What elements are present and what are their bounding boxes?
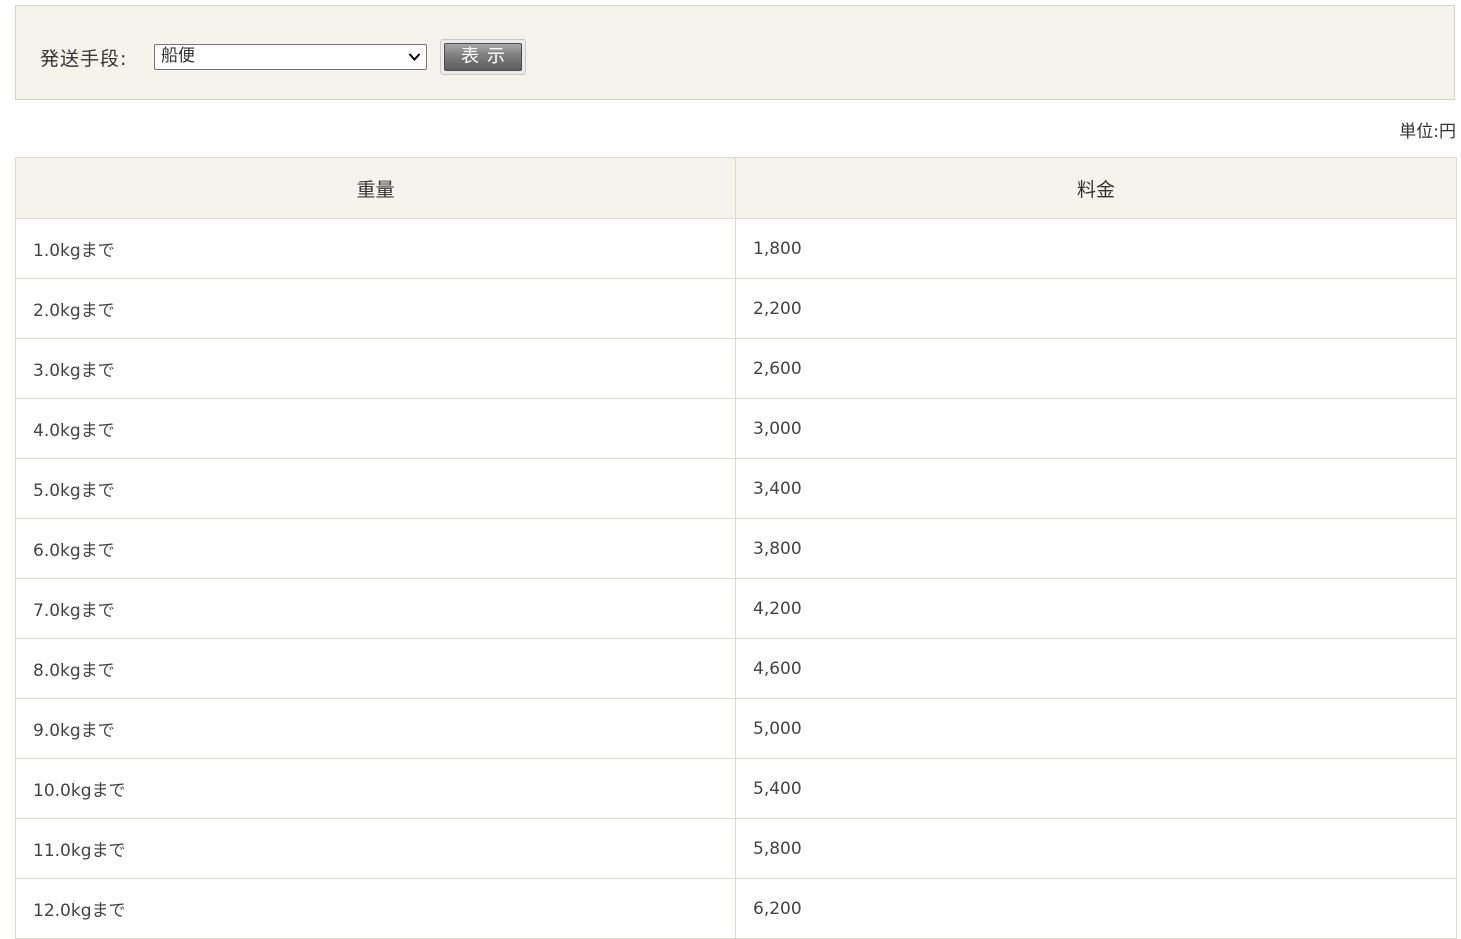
weight-cell: 3.0kgまで — [15, 338, 736, 399]
price-cell: 4,600 — [735, 638, 1457, 699]
shipping-filter-panel: 発送手段: 船便 表示 — [15, 5, 1455, 100]
table-row: 8.0kgまで 4,600 — [15, 638, 1457, 699]
price-cell: 6,200 — [735, 878, 1457, 939]
weight-cell: 9.0kgまで — [15, 698, 736, 759]
weight-cell: 2.0kgまで — [15, 278, 736, 339]
shipping-method-label: 発送手段: — [40, 48, 128, 70]
price-cell: 4,200 — [735, 578, 1457, 639]
show-button[interactable]: 表示 — [444, 43, 522, 71]
table-row: 11.0kgまで 5,800 — [15, 818, 1457, 879]
price-cell: 2,200 — [735, 278, 1457, 339]
price-cell: 5,000 — [735, 698, 1457, 759]
shipping-rate-table: 重量 料金 1.0kgまで 1,800 2.0kgまで 2,200 3.0kgまで 2,6… — [15, 157, 1457, 939]
show-button-frame[interactable]: 表示 — [440, 39, 526, 75]
price-cell: 3,800 — [735, 518, 1457, 579]
table-row: 9.0kgまで 5,000 — [15, 698, 1457, 759]
table-row: 7.0kgまで 4,200 — [15, 578, 1457, 639]
table-row: 4.0kgまで 3,000 — [15, 398, 1457, 459]
table-row: 2.0kgまで 2,200 — [15, 278, 1457, 339]
rate-table-body: 1.0kgまで 1,800 2.0kgまで 2,200 3.0kgまで 2,600 4.0k… — [15, 218, 1457, 939]
price-cell: 1,800 — [735, 218, 1457, 279]
chevron-down-icon — [408, 53, 421, 61]
price-cell: 5,400 — [735, 758, 1457, 819]
price-cell: 2,600 — [735, 338, 1457, 399]
weight-cell: 5.0kgまで — [15, 458, 736, 519]
price-cell: 3,000 — [735, 398, 1457, 459]
price-cell: 3,400 — [735, 458, 1457, 519]
weight-cell: 1.0kgまで — [15, 218, 736, 279]
unit-label: 単位:円 — [1399, 122, 1456, 142]
weight-cell: 6.0kgまで — [15, 518, 736, 579]
table-row: 1.0kgまで 1,800 — [15, 218, 1457, 279]
weight-column-header: 重量 — [15, 157, 736, 219]
table-row: 3.0kgまで 2,600 — [15, 338, 1457, 399]
weight-cell: 4.0kgまで — [15, 398, 736, 459]
weight-cell: 11.0kgまで — [15, 818, 736, 879]
shipping-method-value: 船便 — [161, 46, 195, 66]
shipping-method-select[interactable]: 船便 — [154, 44, 427, 70]
weight-cell: 10.0kgまで — [15, 758, 736, 819]
price-column-header: 料金 — [735, 157, 1457, 219]
price-cell: 5,800 — [735, 818, 1457, 879]
weight-cell: 12.0kgまで — [15, 878, 736, 939]
table-row: 12.0kgまで 6,200 — [15, 878, 1457, 939]
table-row: 6.0kgまで 3,800 — [15, 518, 1457, 579]
weight-cell: 7.0kgまで — [15, 578, 736, 639]
table-row: 10.0kgまで 5,400 — [15, 758, 1457, 819]
weight-cell: 8.0kgまで — [15, 638, 736, 699]
table-header-row: 重量 料金 — [15, 157, 1457, 219]
table-row: 5.0kgまで 3,400 — [15, 458, 1457, 519]
